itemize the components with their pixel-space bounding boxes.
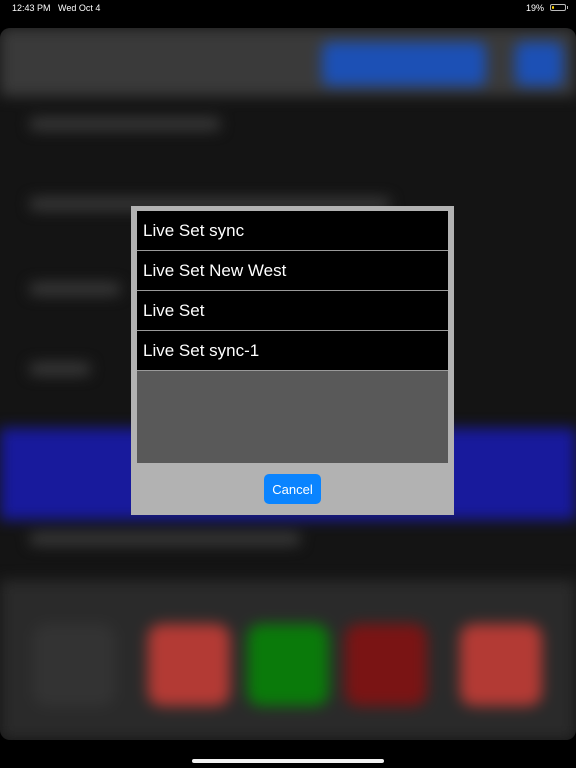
background-header-button <box>515 42 563 86</box>
cancel-button[interactable]: Cancel <box>264 474 321 504</box>
home-indicator[interactable] <box>192 759 384 763</box>
list-item-label: Live Set sync-1 <box>143 340 260 360</box>
list-item[interactable]: Live Set <box>137 291 448 331</box>
list-item[interactable]: Live Set sync <box>137 211 448 251</box>
background-pad <box>148 624 230 706</box>
background-pad <box>33 624 115 706</box>
battery-fill <box>552 6 554 9</box>
list-item-label: Live Set <box>143 300 205 320</box>
list-item[interactable]: Live Set sync-1 <box>137 331 448 371</box>
background-pad <box>247 624 329 706</box>
list-item[interactable]: Live Set New West <box>137 251 448 291</box>
list-item-label: Live Set sync <box>143 220 245 240</box>
background-header-button <box>322 42 486 86</box>
live-set-picker-dialog: Live Set sync Live Set New West Live Set… <box>131 206 454 515</box>
background-header <box>0 28 576 96</box>
background-text-line <box>30 283 120 295</box>
status-date: Wed Oct 4 <box>58 3 101 13</box>
background-text-line <box>30 533 300 545</box>
background-text-line <box>30 118 220 130</box>
battery-icon <box>550 4 568 11</box>
battery-percent: 19% <box>525 3 544 13</box>
background-pad <box>345 624 427 706</box>
background-pad <box>460 624 542 706</box>
live-set-list: Live Set sync Live Set New West Live Set… <box>137 211 448 463</box>
list-item-label: Live Set New West <box>143 260 287 280</box>
status-bar: 12:43 PM Wed Oct 4 19% <box>0 0 576 16</box>
status-time: 12:43 PM <box>12 3 51 13</box>
background-text-line <box>30 363 90 375</box>
